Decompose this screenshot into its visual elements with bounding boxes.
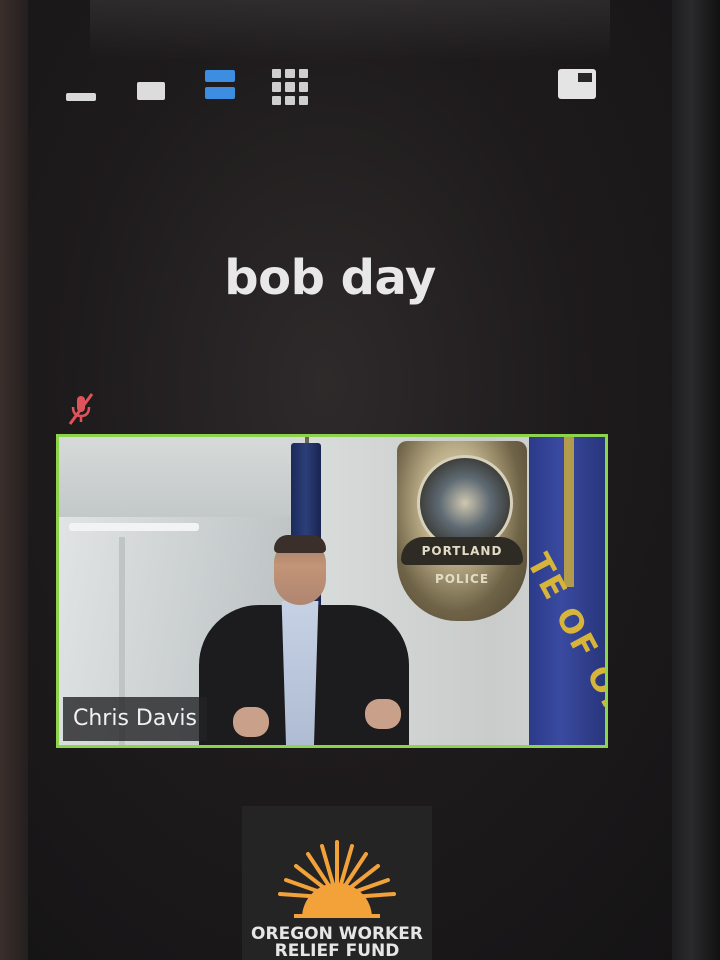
- speaker-person: [189, 529, 409, 745]
- floating-window-icon[interactable]: [558, 69, 596, 99]
- stacked-view-icon[interactable]: [205, 70, 235, 102]
- video-ceiling: [59, 437, 309, 517]
- gallery-view-icon[interactable]: [272, 69, 308, 105]
- monitor-bezel-right: [672, 0, 720, 960]
- badge-ribbon: PORTLAND POLICE: [401, 537, 523, 586]
- participant-video-tile[interactable]: PORTLAND POLICE TE OF OR Chris Davis: [56, 434, 608, 748]
- screen-glare: [90, 0, 610, 60]
- zoom-meeting-screen: bob day PORTLAND POLICE TE OF OR Chris D…: [0, 0, 720, 960]
- person-hand-right: [365, 699, 401, 729]
- video-ceiling-light: [69, 523, 199, 531]
- sun-logo-icon: [278, 840, 396, 918]
- police-badge: PORTLAND POLICE: [397, 441, 527, 621]
- monitor-bezel-left: [0, 0, 28, 960]
- view-toolbar: [62, 64, 607, 108]
- microphone-muted-icon: [68, 393, 94, 425]
- oregon-flag-fringe: [564, 437, 574, 587]
- person-hair: [274, 535, 326, 553]
- participant-logo-tile[interactable]: OREGON WORKER RELIEF FUND: [242, 806, 432, 960]
- participant-name-label: Chris Davis: [63, 697, 207, 741]
- active-speaker-name: bob day: [224, 250, 436, 306]
- logo-text: OREGON WORKER RELIEF FUND: [242, 926, 432, 960]
- speaker-view-icon[interactable]: [137, 82, 165, 100]
- minimize-icon[interactable]: [66, 93, 96, 101]
- person-hand-left: [233, 707, 269, 737]
- logo-line-2: RELIEF FUND: [274, 941, 400, 960]
